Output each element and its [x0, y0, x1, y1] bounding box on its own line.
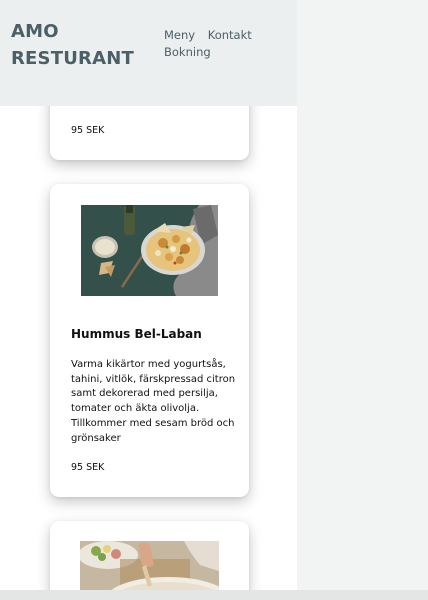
page-bottom-border	[0, 590, 428, 600]
dish-price: 95 SEK	[71, 125, 105, 136]
main-nav: Meny Kontakt Bokning	[164, 28, 252, 62]
dish-photo	[81, 205, 218, 296]
menu-card	[50, 521, 249, 590]
dish-photo	[80, 541, 219, 590]
dish-price: 95 SEK	[71, 462, 105, 473]
nav-link-kontakt[interactable]: Kontakt	[208, 28, 252, 42]
page-viewport: 95 SEK Hummus Bel-Laban Varma kikärtor m…	[0, 0, 297, 590]
nav-link-bokning[interactable]: Bokning	[164, 45, 211, 59]
menu-card: Hummus Bel-Laban Varma kikärtor med yogu…	[50, 184, 249, 497]
nav-link-meny[interactable]: Meny	[164, 28, 195, 42]
site-logo[interactable]: AMO RESTURANT	[11, 18, 141, 72]
dish-title: Hummus Bel-Laban	[71, 327, 202, 341]
brand-line-2: RESTURANT	[11, 48, 134, 69]
dish-description: Varma kikärtor med yogurtsås, tahini, vi…	[71, 359, 236, 444]
brand-line-1: AMO	[11, 21, 59, 42]
site-header: AMO RESTURANT Meny Kontakt Bokning	[0, 0, 297, 106]
